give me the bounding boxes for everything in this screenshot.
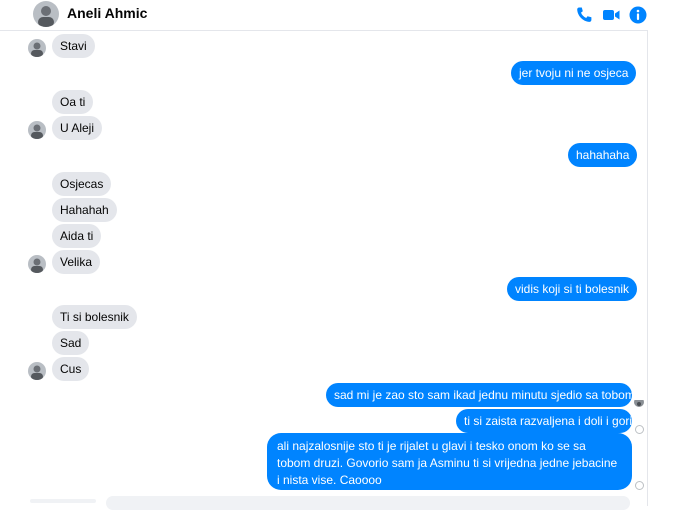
contact-avatar-small[interactable] <box>28 39 46 57</box>
incoming-message[interactable]: Stavi <box>52 34 95 58</box>
incoming-message[interactable]: Aida ti <box>52 224 102 248</box>
incoming-message[interactable]: U Aleji <box>52 116 103 140</box>
incoming-message[interactable]: Sad <box>52 331 90 355</box>
composer-actions[interactable] <box>30 499 96 503</box>
incoming-message[interactable]: Velika <box>52 250 101 274</box>
info-icon[interactable] <box>628 5 648 25</box>
outgoing-message[interactable]: ali najzalosnije sto ti je rijalet u gla… <box>267 433 632 490</box>
incoming-message[interactable]: Osjecas <box>52 172 112 196</box>
outgoing-message[interactable]: vidis koji si ti bolesnik <box>507 277 638 301</box>
outgoing-message[interactable]: ti si zaista razvaljena i doli i gori <box>456 409 632 433</box>
incoming-message[interactable]: Cus <box>52 357 90 381</box>
phone-icon[interactable] <box>574 5 594 25</box>
incoming-message[interactable]: Oa ti <box>52 90 94 114</box>
outgoing-message[interactable]: hahahaha <box>568 143 638 167</box>
seen-avatar <box>634 397 644 407</box>
contact-avatar-small[interactable] <box>28 121 46 139</box>
outgoing-message[interactable]: jer tvoju ni ne osjeca <box>511 61 637 85</box>
contact-avatar-small[interactable] <box>28 255 46 273</box>
outgoing-message[interactable]: sad mi je zao sto sam ikad jednu minutu … <box>326 383 635 407</box>
video-camera-icon[interactable] <box>601 5 621 25</box>
contact-avatar-small[interactable] <box>28 362 46 380</box>
conversation-header: Aneli Ahmic <box>0 0 648 31</box>
incoming-message[interactable]: Hahahah <box>52 198 117 222</box>
delivered-status-icon <box>635 425 644 434</box>
message-input[interactable] <box>106 496 630 510</box>
delivered-status-icon <box>635 481 644 490</box>
contact-avatar[interactable] <box>33 1 59 27</box>
panel-divider <box>647 30 648 506</box>
incoming-message[interactable]: Ti si bolesnik <box>52 305 137 329</box>
contact-name[interactable]: Aneli Ahmic <box>67 5 147 21</box>
